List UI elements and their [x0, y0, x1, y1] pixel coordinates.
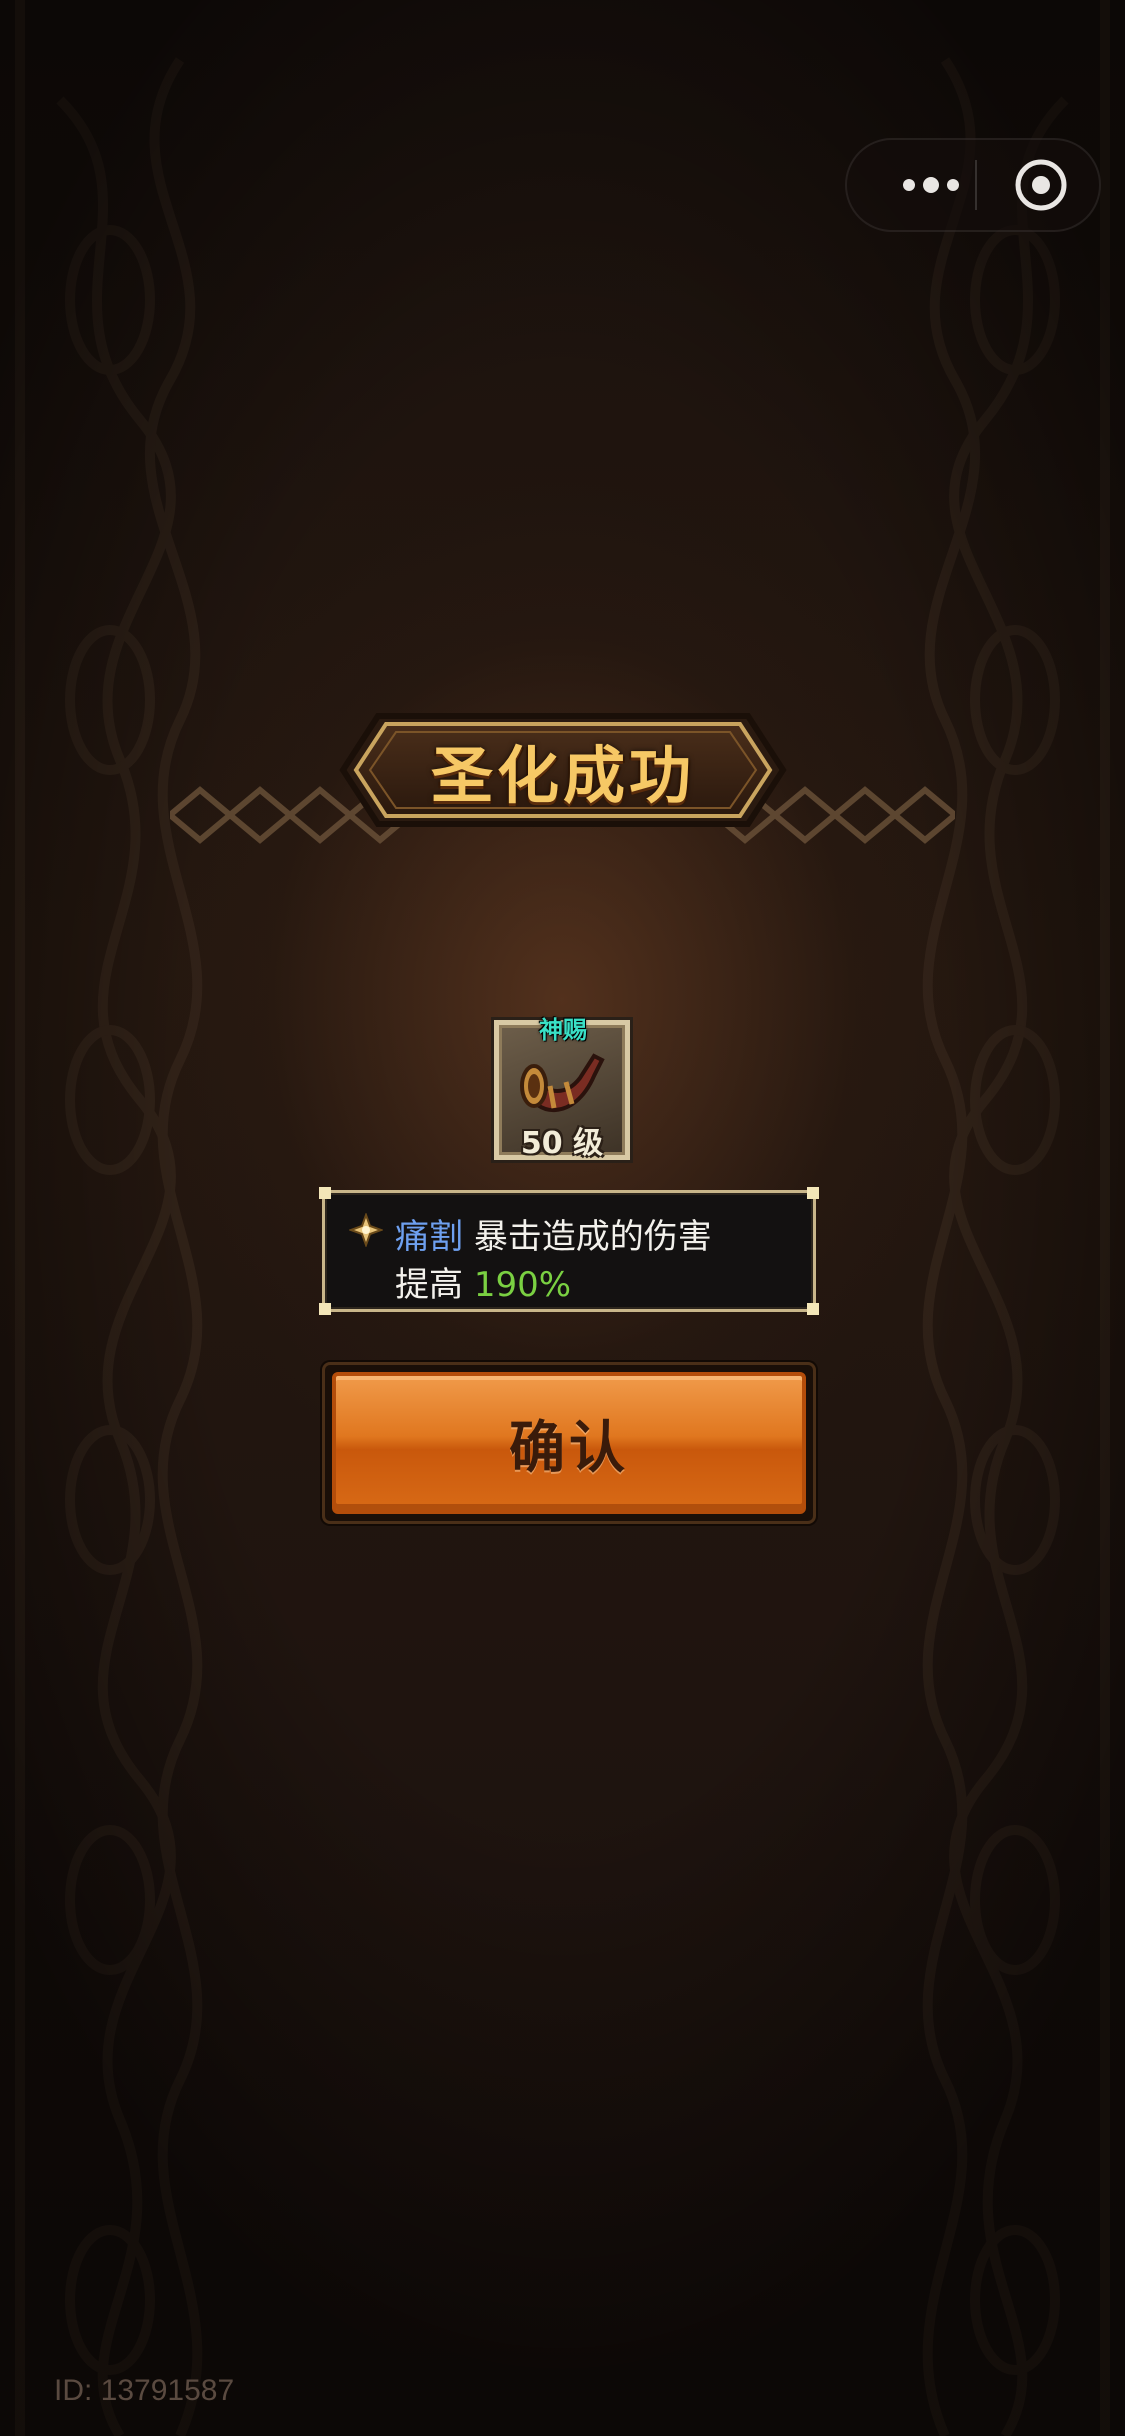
corner-decoration	[807, 1303, 819, 1315]
target-circle-icon[interactable]	[1012, 156, 1070, 214]
effect-text: 暴击造成的伤害	[473, 1217, 712, 1257]
effect-prefix: 提高	[395, 1265, 463, 1305]
confirm-button[interactable]: 确认	[332, 1372, 806, 1514]
corner-decoration	[807, 1187, 819, 1199]
diamond-sparkle-icon	[349, 1213, 383, 1247]
more-dots-icon[interactable]	[883, 140, 979, 230]
effect-line-1: 痛割 暴击造成的伤害	[395, 1209, 712, 1258]
user-id-label: ID: 13791587	[54, 2374, 235, 2407]
effect-line-2: 提高 190%	[395, 1257, 571, 1306]
page-title: 圣化成功	[430, 739, 695, 812]
effect-value: 190%	[473, 1265, 572, 1305]
corner-decoration	[319, 1303, 331, 1315]
item-rarity-tag: 神赐	[539, 1016, 587, 1044]
capsule-divider	[975, 160, 977, 210]
effect-description-box: 痛割 暴击造成的伤害 提高 190%	[319, 1187, 819, 1315]
confirm-button-label: 确认	[509, 1415, 629, 1481]
skill-name: 痛割	[395, 1217, 463, 1257]
item-level-label: 50 级	[520, 1126, 604, 1161]
mini-program-capsule	[845, 138, 1101, 232]
corner-decoration	[319, 1187, 331, 1199]
